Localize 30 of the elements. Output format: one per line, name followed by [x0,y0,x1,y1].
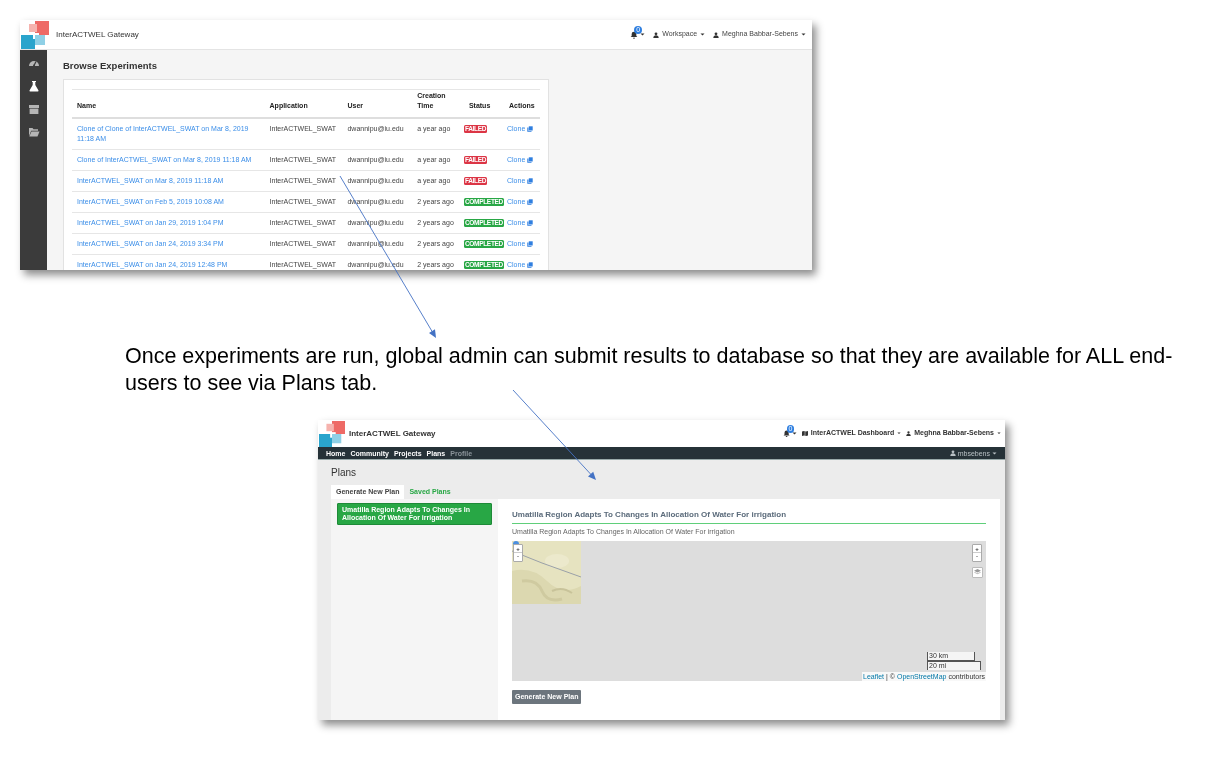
copy-icon [527,125,534,132]
layers-button[interactable] [972,566,983,578]
caret-icon [700,33,706,36]
user-icon [653,31,660,38]
layers-icon [974,569,981,575]
user-icon [906,431,912,436]
caret-icon [997,432,1001,435]
user-icon [949,450,956,456]
copy-icon [527,198,534,205]
page-title: Plans [331,466,356,480]
page-title: Browse Experiments [63,59,157,73]
copy-icon [527,219,534,226]
copy-icon [527,177,534,184]
caret-icon [791,432,797,435]
map-icon [801,431,808,436]
box-icon[interactable] [27,103,40,115]
caret-icon [640,33,646,36]
app-brand: InterACTWEL Gateway [349,427,436,440]
caret-icon [897,432,902,435]
flask-icon[interactable] [27,80,40,92]
caption-text: Once experiments are run, global admin can submit results to database so that they are available for ALL end-users to see via Plans tab. [125,343,1174,397]
copy-icon [527,240,534,247]
app-brand: InterACTWEL Gateway [56,28,139,41]
folder-icon[interactable] [27,126,40,138]
caret-icon [801,33,806,36]
user-icon [713,31,720,38]
copy-icon [527,261,534,268]
copy-icon [527,156,534,163]
plan-title: Umatilla Region Adapts To Changes In Allocation Of Water For irrigation [512,509,986,524]
caret-icon [992,451,997,455]
